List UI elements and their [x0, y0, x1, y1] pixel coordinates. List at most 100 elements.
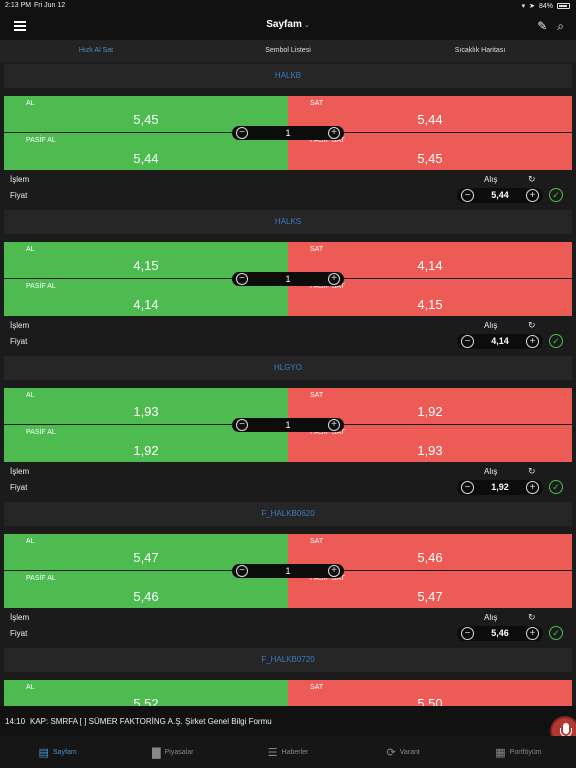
quantity-stepper: − 1 + — [232, 272, 344, 286]
confirm-check-icon[interactable]: ✓ — [549, 480, 563, 494]
buy-price: 4,15 — [133, 258, 159, 273]
plus-icon[interactable]: + — [526, 335, 539, 348]
tab-symbol-list[interactable]: Sembol Listesi — [192, 40, 384, 62]
status-bar: 2:13 PM Fri Jun 12 ▾ ➤ 84% — [0, 0, 576, 12]
price-stepper: − 5,44 + — [457, 188, 543, 203]
plus-icon[interactable]: + — [328, 419, 340, 431]
quick-trade-list[interactable]: HALKB AL 5,45 SAT 5,44 PASİF AL 5,44 PASİF … — [0, 62, 576, 706]
sell-label: SAT — [310, 100, 324, 107]
confirm-check-icon[interactable]: ✓ — [549, 626, 563, 640]
status-indicators: ▾ ➤ 84% — [522, 2, 570, 10]
swap-icon[interactable]: ↻ — [528, 320, 536, 331]
nav-varant[interactable]: ⟳ Varant — [346, 736, 461, 768]
sell-price: 4,14 — [417, 258, 443, 273]
passive-buy-price: 1,92 — [133, 443, 159, 458]
symbol-header[interactable]: HALKS — [4, 210, 572, 234]
passive-buy-label: PASİF AL — [26, 283, 56, 290]
sell-label: SAT — [310, 246, 324, 253]
confirm-check-icon[interactable]: ✓ — [549, 334, 563, 348]
cycle-icon: ⟳ — [386, 746, 396, 759]
confirm-check-icon[interactable]: ✓ — [549, 188, 563, 202]
plus-icon[interactable]: + — [526, 627, 539, 640]
chevron-down-icon: ⌄ — [303, 22, 310, 29]
transaction-label: İşlem — [10, 613, 30, 622]
status-date: Fri Jun 12 — [34, 2, 66, 9]
transaction-type[interactable]: Alış — [484, 175, 497, 184]
buy-label: AL — [26, 246, 35, 253]
transaction-label: İşlem — [10, 175, 30, 184]
buy-price: 1,93 — [133, 404, 159, 419]
nav-haberler[interactable]: ☰ Haberler — [230, 736, 345, 768]
news-ticker[interactable]: 14:10 KAP: SMRFA [ ] SÜMER FAKTORİNG A.Ş… — [0, 706, 576, 736]
ticker-time: 14:10 — [5, 717, 26, 726]
passive-buy-label: PASİF AL — [26, 137, 56, 144]
plus-icon[interactable]: + — [328, 273, 340, 285]
passive-buy-label: PASİF AL — [26, 429, 56, 436]
news-icon: ☰ — [267, 746, 278, 759]
navbar: Sayfam ⌄ ✎ ⌕ — [0, 12, 576, 40]
plus-icon[interactable]: + — [328, 565, 340, 577]
plus-icon[interactable]: + — [526, 189, 539, 202]
passive-buy-price: 4,14 — [133, 297, 159, 312]
price-stepper: − 4,14 + — [457, 334, 543, 349]
symbol-header[interactable]: F_HALKB0720 — [4, 648, 572, 672]
sell-price: 5,44 — [417, 112, 443, 127]
battery-icon — [557, 3, 570, 9]
buy-label: AL — [26, 392, 35, 399]
wifi-icon: ▾ — [521, 3, 526, 10]
plus-icon[interactable]: + — [526, 481, 539, 494]
passive-buy-price: 5,46 — [133, 589, 159, 604]
symbol-header[interactable]: HLGYO — [4, 356, 572, 380]
price-stepper: − 1,92 + — [457, 480, 543, 495]
passive-buy-label: PASİF AL — [26, 575, 56, 582]
buy-price: 5,45 — [133, 112, 159, 127]
passive-sell-price: 4,15 — [417, 297, 443, 312]
nav-label: Portföyüm — [509, 748, 542, 756]
nav-sayfam[interactable]: ▤ Sayfam — [0, 736, 115, 768]
passive-sell-price: 5,47 — [417, 589, 443, 604]
transaction-type[interactable]: Alış — [484, 467, 497, 476]
nav-piyasalar[interactable]: ▇ Piyasalar — [115, 736, 230, 768]
document-icon: ▤ — [38, 746, 49, 759]
nav-label: Sayfam — [52, 748, 77, 756]
tab-quick-trade[interactable]: Hızlı Al Sat — [0, 40, 192, 62]
tab-bar: Hızlı Al Sat Sembol Listesi Sıcaklık Har… — [0, 40, 576, 62]
quantity-stepper: − 1 + — [232, 418, 344, 432]
sell-button[interactable]: SAT 5,50 — [288, 680, 572, 706]
bar-chart-icon: ▇ — [152, 746, 161, 759]
buy-button[interactable]: AL 5,52 — [4, 680, 288, 706]
battery-percent: 84% — [538, 2, 553, 10]
swap-icon[interactable]: ↻ — [528, 174, 536, 185]
sell-price: 1,92 — [417, 404, 443, 419]
swap-icon[interactable]: ↻ — [528, 612, 536, 623]
page-title-text: Sayfam — [266, 19, 302, 30]
sell-price: 5,50 — [417, 696, 443, 706]
tab-heat-map[interactable]: Sıcaklık Haritası — [384, 40, 576, 62]
symbol-header[interactable]: HALKB — [4, 64, 572, 88]
buy-label: AL — [26, 684, 35, 691]
symbol-header[interactable]: F_HALKB0620 — [4, 502, 572, 526]
bottom-nav: ▤ Sayfam ▇ Piyasalar ☰ Haberler ⟳ Varant ▦ Po… — [0, 736, 576, 768]
passive-sell-price: 1,93 — [417, 443, 443, 458]
price-label: Fiyat — [10, 629, 28, 638]
quantity-stepper: − 1 + — [232, 564, 344, 578]
buy-label: AL — [26, 100, 35, 107]
price-label: Fiyat — [10, 337, 28, 346]
transaction-type[interactable]: Alış — [484, 321, 497, 330]
price-label: Fiyat — [10, 483, 28, 492]
swap-icon[interactable]: ↻ — [528, 466, 536, 477]
plus-icon[interactable]: + — [328, 127, 340, 139]
search-icon[interactable]: ⌕ — [557, 19, 564, 34]
passive-sell-price: 5,45 — [417, 151, 443, 166]
nav-label: Haberler — [281, 748, 309, 756]
transaction-type[interactable]: Alış — [484, 613, 497, 622]
nav-label: Varant — [399, 748, 420, 756]
nav-portfoyum[interactable]: ▦ Portföyüm — [461, 736, 576, 768]
edit-icon[interactable]: ✎ — [537, 19, 547, 34]
ticker-text: KAP: SMRFA [ ] SÜMER FAKTORİNG A.Ş. Şirk… — [30, 717, 272, 726]
transaction-label: İşlem — [10, 321, 30, 330]
price-stepper: − 5,46 + — [457, 626, 543, 641]
page-title[interactable]: Sayfam ⌄ — [0, 19, 576, 30]
status-time: 2:13 PM — [5, 2, 32, 9]
quantity-stepper: − 1 + — [232, 126, 344, 140]
